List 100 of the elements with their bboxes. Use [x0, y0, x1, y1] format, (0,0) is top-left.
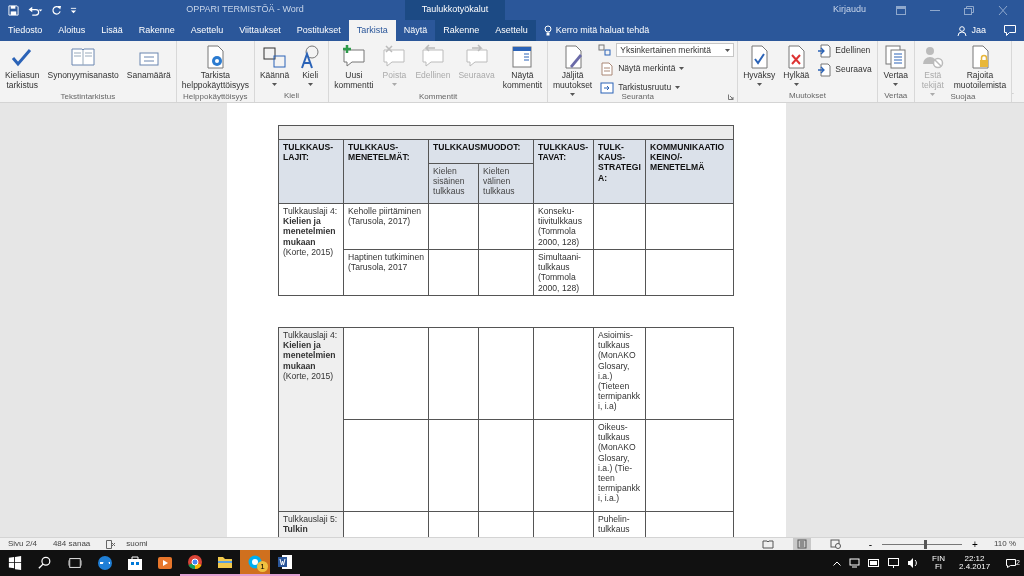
battery-icon[interactable]	[868, 559, 881, 567]
sign-in-link[interactable]: Kirjaudu	[832, 3, 866, 17]
zoom-level[interactable]: 110 %	[993, 538, 1016, 550]
browser-icon	[97, 555, 113, 571]
ribbon-button[interactable]: Edellinen	[815, 43, 873, 58]
group-label: Tekstintarkistus	[60, 91, 116, 103]
caret-icon	[930, 93, 936, 96]
read-mode-icon	[761, 539, 774, 549]
group-label: Muutokset	[789, 90, 826, 102]
markup-icon[interactable]	[598, 43, 613, 57]
share-button[interactable]: Jaa	[949, 20, 994, 41]
ribbon-tab[interactable]: Postitukset	[288, 20, 349, 41]
zoom-out-button[interactable]: -	[868, 536, 873, 552]
chrome-icon	[187, 554, 203, 570]
table-cell: Simultaani-tulkkaus (Tommola 2000, 128)	[533, 249, 594, 296]
person-icon	[957, 25, 968, 36]
window-title: OPPARI TERMISTÖÄ - Word	[186, 4, 304, 15]
ribbon-button[interactable]: Hyväksy	[741, 43, 778, 87]
media-player-icon	[157, 555, 173, 571]
column-header: TULKKAUS-TAVAT:	[533, 139, 594, 204]
table-cell: Oikeus-tulkkaus (MonAKO Glosary, i.a.) (Tie-teen termipankki, i.a.)	[593, 419, 646, 512]
ribbon-button[interactable]: Tarkistusruutu	[598, 80, 683, 95]
ribbon-button[interactable]: Näytä merkintä	[598, 61, 687, 76]
page-count[interactable]: Sivu 2/4	[8, 538, 37, 550]
ribbon-tab[interactable]: Viittaukset	[231, 20, 289, 41]
ribbon-button[interactable]: Seuraava	[815, 62, 874, 77]
task-view-icon	[68, 556, 82, 570]
group-label: Kieli	[284, 90, 300, 102]
ribbon-button[interactable]: Käännä	[257, 43, 292, 87]
next-comment-icon	[463, 44, 490, 70]
ribbon-tab[interactable]: Rakenne	[130, 20, 183, 41]
previous-comment-icon	[419, 44, 446, 70]
save-icon[interactable]	[8, 4, 19, 16]
review-pane-icon	[600, 80, 615, 95]
start-icon	[8, 556, 22, 570]
ribbon-button[interactable]: Näytä kommentit	[500, 43, 544, 91]
ribbon-tab[interactable]: Asettelu	[182, 20, 232, 41]
print-layout-icon	[795, 539, 808, 549]
caret-icon	[679, 67, 685, 70]
folder-icon	[217, 554, 233, 570]
table-cell: Haptinen tutkiminen (Tarusola, 2017	[343, 249, 429, 296]
volume-icon[interactable]	[907, 558, 919, 568]
slider-thumb[interactable]	[923, 539, 927, 549]
group-label: Suojaa	[950, 91, 976, 103]
caret-icon	[756, 83, 762, 86]
group-label: Helppokäyttöisyys	[183, 91, 248, 103]
table-cell: Asioimis-tulkkaus (MonAKO Glosary, i.a.) (Tieteen termipankki, i.a)	[593, 327, 646, 420]
ribbon-tab[interactable]: Asettelu	[487, 20, 536, 41]
store-icon	[127, 555, 143, 571]
zoom-in-button[interactable]: +	[972, 536, 978, 552]
ribbon-tab[interactable]: Aloitus	[50, 20, 94, 41]
ribbon-tab[interactable]: Rakenne	[435, 20, 488, 41]
tell-me-search[interactable]: Kerro mitä haluat tehdä	[555, 23, 650, 38]
word-count[interactable]: 484 sanaa	[52, 538, 91, 550]
ribbon-tab[interactable]: Tarkista	[348, 20, 396, 41]
next-change-icon	[817, 62, 832, 77]
undo-icon[interactable]	[27, 4, 43, 16]
taskbar-button[interactable]: 1	[240, 550, 270, 576]
redo-icon[interactable]	[51, 4, 62, 16]
ribbon-tab[interactable]: Näytä	[395, 20, 436, 41]
ribbon-button[interactable]: Sanamäärä	[124, 43, 173, 81]
dialog-launcher-icon[interactable]	[728, 94, 735, 100]
ribbon-button[interactable]: Hylkää	[781, 43, 812, 87]
view-button[interactable]	[792, 538, 811, 550]
close-icon[interactable]	[998, 5, 1008, 15]
column-header: Kielen sisäinen tulkkaus	[428, 163, 479, 204]
monitor-icon[interactable]	[888, 558, 900, 568]
ribbon-tab[interactable]: Lisää	[93, 20, 131, 41]
caret-icon	[675, 86, 681, 89]
ribbon-tab[interactable]: Tiedosto	[0, 20, 51, 41]
ribbon-button[interactable]: Kieliasun tarkistus	[3, 43, 42, 91]
keyboard-language[interactable]: FIN FI	[932, 555, 945, 571]
ribbon-button[interactable]: Synonyymisanasto	[45, 43, 121, 81]
ribbon-button[interactable]: Uusi kommentti	[332, 43, 376, 91]
caret-icon	[391, 83, 397, 86]
markup-document-icon	[600, 61, 615, 76]
network-icon[interactable]	[849, 558, 861, 568]
customize-icon[interactable]	[70, 6, 77, 14]
ribbon-button[interactable]: Rajoita muotoilemista	[951, 43, 1009, 91]
compare-icon	[882, 44, 909, 70]
comments-icon[interactable]	[1004, 25, 1016, 36]
proofing-icon[interactable]	[106, 539, 117, 549]
caret-icon	[307, 83, 313, 86]
markup-dropdown[interactable]: Yksinkertainen merkintä	[616, 43, 735, 57]
caret-icon	[793, 83, 799, 86]
ribbon-display-icon[interactable]	[896, 5, 906, 15]
ribbon-button[interactable]: Vertaa	[880, 43, 911, 87]
lightbulb-icon	[543, 25, 552, 36]
language-indicator[interactable]: suomi	[126, 538, 148, 550]
clock[interactable]: 22:12 2.4.2017	[958, 555, 991, 571]
ribbon-button[interactable]: Kieli	[295, 43, 326, 87]
delete-comment-icon	[381, 44, 408, 70]
column-header: KOMMUNIKAATIOKEINO/-MENETELMÄ	[645, 139, 734, 204]
restore-icon[interactable]	[964, 5, 974, 15]
group-label: Kommentit	[419, 91, 458, 103]
ribbon-button[interactable]: Tarkista helppokäyttöisyys	[179, 43, 251, 91]
chevron-up-icon[interactable]	[833, 560, 842, 566]
search-icon	[38, 556, 52, 570]
caret-icon	[725, 48, 731, 52]
ribbon-button[interactable]: Jäljitä muutokset	[551, 43, 595, 97]
